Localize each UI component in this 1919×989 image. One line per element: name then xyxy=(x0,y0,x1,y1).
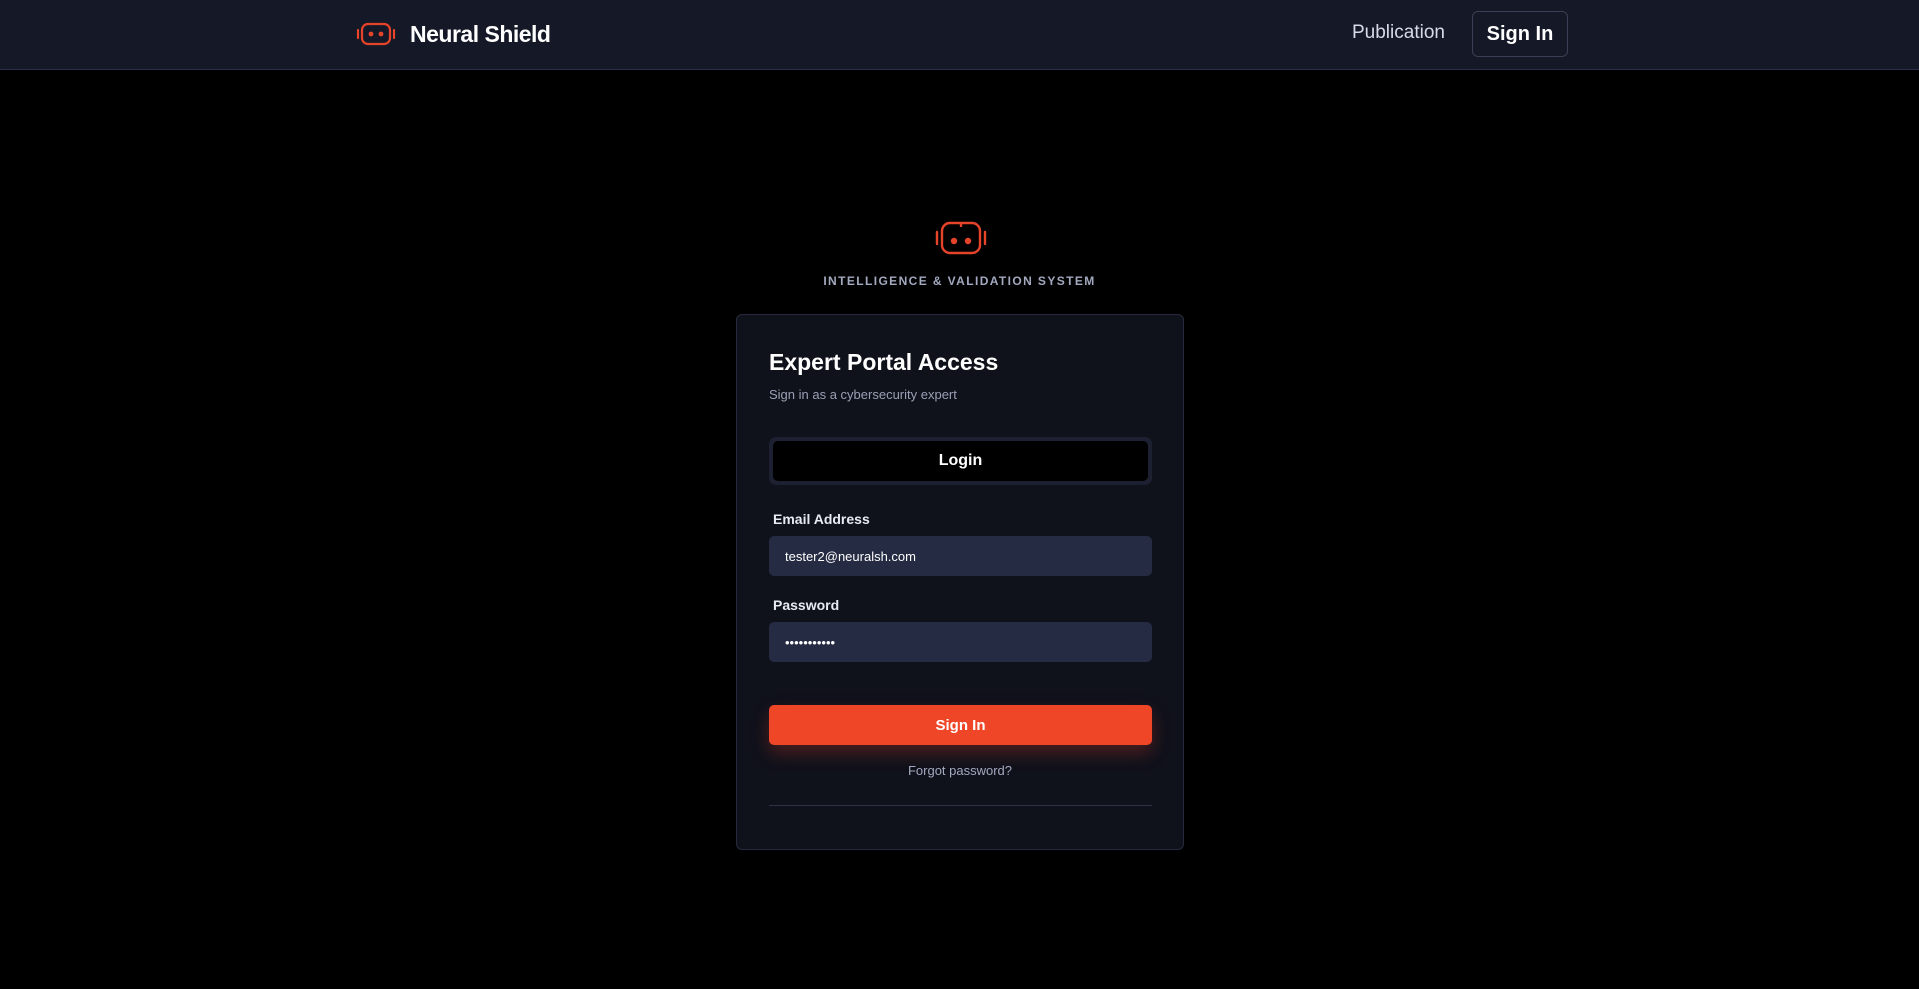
email-label: Email Address xyxy=(773,511,870,527)
top-navigation: Neural Shield Publication Sign In xyxy=(0,0,1919,70)
tab-login[interactable]: Login xyxy=(773,441,1148,481)
forgot-password-link[interactable]: Forgot password? xyxy=(737,763,1183,778)
card-subtitle: Sign in as a cybersecurity expert xyxy=(769,387,957,402)
robot-icon xyxy=(356,22,396,46)
header-sign-in-button[interactable]: Sign In xyxy=(1472,11,1568,57)
nav-link-publication[interactable]: Publication xyxy=(1352,22,1445,44)
divider xyxy=(769,805,1152,806)
sign-in-button[interactable]: Sign In xyxy=(769,705,1152,745)
password-label: Password xyxy=(773,597,840,613)
brand-home-link[interactable]: Neural Shield xyxy=(356,16,551,52)
system-tagline: INTELLIGENCE & VALIDATION SYSTEM xyxy=(823,274,1096,288)
robot-icon xyxy=(935,221,987,255)
password-field[interactable] xyxy=(769,622,1152,662)
card-title: Expert Portal Access xyxy=(769,349,999,375)
email-field[interactable] xyxy=(769,536,1152,576)
brand-name: Neural Shield xyxy=(410,20,551,47)
auth-tab-bar: Login xyxy=(769,437,1152,485)
login-card: Expert Portal Access Sign in as a cybers… xyxy=(736,314,1184,850)
